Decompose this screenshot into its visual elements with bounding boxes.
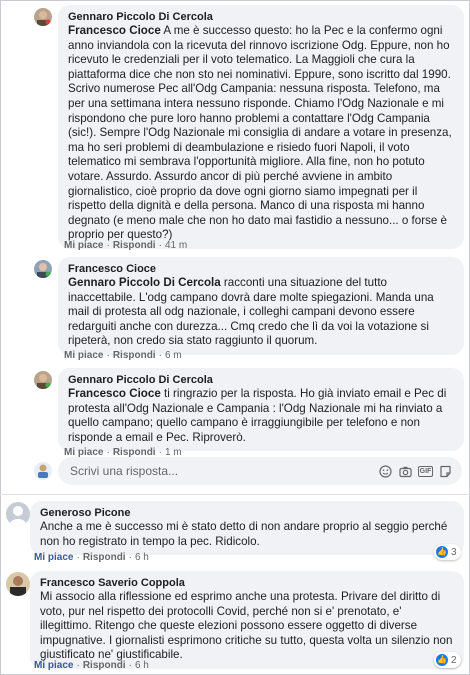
comment-bubble: Generoso Picone Anche a me è successo mi… bbox=[30, 501, 464, 556]
like-button[interactable]: Mi piace bbox=[34, 660, 73, 671]
comment-time[interactable]: 6 m bbox=[165, 350, 182, 361]
person-photo-icon bbox=[34, 8, 52, 26]
reaction-count[interactable]: 👍 2 bbox=[434, 652, 461, 668]
comment-bubble: Gennaro Piccolo Di Cercola Francesco Cio… bbox=[58, 368, 464, 452]
mention-link[interactable]: Gennaro Piccolo Di Cercola bbox=[68, 276, 221, 289]
comment-text: Anche a me è successo mi è stato detto d… bbox=[40, 520, 448, 548]
avatar[interactable] bbox=[34, 371, 52, 389]
comment-author[interactable]: Generoso Picone bbox=[40, 506, 454, 520]
reply-button[interactable]: Rispondi bbox=[83, 552, 126, 563]
reply-button[interactable]: Rispondi bbox=[113, 350, 156, 361]
comment-actions: Mi piace · Rispondi · 6 h bbox=[34, 552, 149, 563]
comment-actions: Mi piace · Rispondi · 6 h bbox=[34, 660, 149, 671]
comment-time[interactable]: 6 h bbox=[135, 552, 149, 563]
person-photo-icon bbox=[34, 260, 52, 278]
comment-actions: Mi piace · Rispondi · 6 m bbox=[64, 350, 182, 361]
comment-text: Francesco Cioce A me è successo questo: … bbox=[68, 24, 452, 242]
comment-author[interactable]: Gennaro Piccolo Di Cercola bbox=[68, 373, 454, 387]
comment-time[interactable]: 6 h bbox=[135, 660, 149, 671]
avatar bbox=[34, 462, 52, 480]
divider bbox=[0, 494, 470, 495]
comment-author[interactable]: Gennaro Piccolo Di Cercola bbox=[68, 10, 454, 24]
comment-actions: Mi piace · Rispondi · 41 m bbox=[64, 240, 188, 251]
person-photo-icon bbox=[6, 572, 30, 596]
comment-text: Gennaro Piccolo Di Cercola racconti una … bbox=[68, 276, 434, 348]
reply-button[interactable]: Rispondi bbox=[113, 240, 156, 251]
reply-input[interactable] bbox=[68, 463, 379, 479]
like-button[interactable]: Mi piace bbox=[64, 240, 103, 251]
comment-text: Mi associo alla riflessione ed esprimo a… bbox=[40, 590, 453, 662]
sticker-icon[interactable] bbox=[439, 465, 452, 478]
mention-link[interactable]: Francesco Cioce bbox=[68, 24, 161, 37]
comment-bubble: Francesco Saverio Coppola Mi associo all… bbox=[30, 571, 464, 669]
reply-tools: GIF bbox=[379, 464, 452, 478]
reply-box: GIF bbox=[58, 457, 462, 485]
comment-time[interactable]: 41 m bbox=[165, 240, 187, 251]
avatar[interactable] bbox=[6, 502, 30, 526]
comment-text: Francesco Cioce ti ringrazio per la risp… bbox=[68, 387, 447, 444]
like-button[interactable]: Mi piace bbox=[64, 350, 103, 361]
comment-author[interactable]: Francesco Cioce bbox=[68, 262, 454, 276]
emoji-icon[interactable] bbox=[379, 464, 392, 478]
comment-author[interactable]: Francesco Saverio Coppola bbox=[40, 576, 454, 590]
like-icon: 👍 bbox=[436, 546, 448, 558]
avatar[interactable] bbox=[34, 8, 52, 26]
cartoon-avatar-icon bbox=[34, 462, 52, 480]
comment-bubble: Gennaro Piccolo Di Cercola Francesco Cio… bbox=[58, 5, 464, 249]
default-silhouette-icon bbox=[6, 502, 30, 526]
reaction-count[interactable]: 👍 3 bbox=[434, 544, 461, 560]
camera-icon[interactable] bbox=[399, 465, 412, 478]
comment-bubble: Francesco Cioce Gennaro Piccolo Di Cerco… bbox=[58, 257, 464, 355]
person-photo-icon bbox=[34, 371, 52, 389]
reply-button[interactable]: Rispondi bbox=[83, 660, 126, 671]
mention-link[interactable]: Francesco Cioce bbox=[68, 387, 161, 400]
avatar[interactable] bbox=[34, 260, 52, 278]
like-button[interactable]: Mi piace bbox=[34, 552, 73, 563]
gif-icon[interactable]: GIF bbox=[417, 465, 434, 478]
like-icon: 👍 bbox=[436, 654, 448, 666]
avatar[interactable] bbox=[6, 572, 30, 596]
